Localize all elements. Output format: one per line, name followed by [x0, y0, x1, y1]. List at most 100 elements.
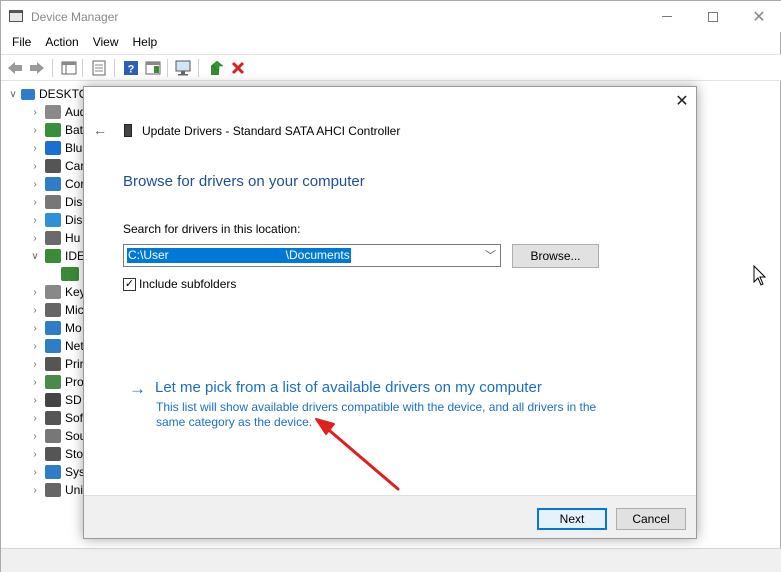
chevron-right-icon[interactable]: › [29, 287, 41, 298]
show-hide-console-tree-button[interactable] [60, 59, 78, 77]
chevron-right-icon[interactable]: › [29, 377, 41, 388]
chevron-right-icon[interactable]: › [29, 125, 41, 136]
chevron-right-icon[interactable]: › [29, 161, 41, 172]
chevron-right-icon[interactable]: › [29, 449, 41, 460]
action-pane-button[interactable] [144, 59, 162, 77]
properties-button[interactable] [90, 59, 108, 77]
tree-item[interactable] [1, 265, 91, 283]
menu-file[interactable]: File [5, 32, 38, 53]
dialog-close-button[interactable]: ✕ [672, 92, 692, 112]
tree-item[interactable]: › Prir [1, 355, 91, 373]
pick-from-list-title[interactable]: Let me pick from a list of available dri… [155, 379, 542, 399]
tree-item[interactable]: › Sof [1, 409, 91, 427]
chevron-right-icon[interactable]: › [29, 467, 41, 478]
update-driver-button[interactable] [207, 59, 225, 77]
minimize-button[interactable] [644, 1, 690, 32]
computer-icon [21, 88, 35, 100]
back-toolbar-button[interactable] [6, 59, 24, 77]
red-annotation-arrow [315, 418, 400, 491]
help-icon: ? [124, 61, 138, 76]
tree-item[interactable]: › Dis [1, 193, 91, 211]
help-button[interactable]: ? [122, 59, 140, 77]
chevron-right-icon[interactable]: › [29, 485, 41, 496]
tree-item[interactable]: › Sys [1, 463, 91, 481]
device-category-icon [45, 393, 61, 407]
chevron-right-icon[interactable]: › [29, 197, 41, 208]
chevron-right-icon[interactable]: › [29, 107, 41, 118]
tree-item[interactable]: › Pro [1, 373, 91, 391]
device-category-icon [45, 375, 61, 389]
toolbar-separator [52, 59, 53, 77]
toolbar-separator [167, 59, 168, 77]
tree-item[interactable]: ∨ IDE [1, 247, 91, 265]
tree-item[interactable]: › Uni [1, 481, 91, 499]
chevron-right-icon[interactable]: › [29, 341, 41, 352]
tree-item[interactable]: › Bat [1, 121, 91, 139]
tree-item[interactable]: › Cor [1, 175, 91, 193]
tree-item[interactable]: › Sou [1, 427, 91, 445]
chevron-right-icon[interactable]: › [29, 323, 41, 334]
close-window-button[interactable]: ✕ [736, 1, 781, 32]
tree-item[interactable]: › Car [1, 157, 91, 175]
minimize-icon [662, 16, 672, 17]
chevron-right-icon[interactable]: › [29, 179, 41, 190]
tree-item-label: Sto [65, 447, 84, 461]
chevron-right-icon[interactable]: › [29, 233, 41, 244]
chevron-right-icon[interactable]: › [29, 395, 41, 406]
device-category-icon [45, 429, 61, 443]
include-subfolders-option[interactable]: ✓ Include subfolders [123, 277, 236, 291]
chevron-down-icon[interactable]: ﹀ [485, 247, 496, 263]
tree-item[interactable]: › Hu [1, 229, 91, 247]
tree-item-label: Mo [65, 321, 82, 335]
tree-item[interactable]: › Key [1, 283, 91, 301]
device-category-icon [45, 411, 61, 425]
path-selected-text[interactable]: C:\User \Documents [127, 248, 351, 263]
toolbar-separator [198, 59, 199, 77]
tree-item[interactable]: › Mo [1, 319, 91, 337]
menu-action[interactable]: Action [38, 32, 85, 53]
tree-item[interactable]: › SD [1, 391, 91, 409]
tree-item[interactable]: › Dis [1, 211, 91, 229]
include-subfolders-checkbox[interactable]: ✓ [123, 277, 136, 291]
mouse-pointer-icon [753, 265, 767, 286]
update-drivers-dialog: ✕ ← Update Drivers - Standard SATA AHCI … [83, 86, 697, 539]
device-tree: ∨ DESKTO › Aud › Bat › Blu › Car › Cor › Dis › Dis › Hu ∨ I… [1, 83, 91, 548]
tree-item[interactable]: › Aud [1, 103, 91, 121]
tree-item[interactable]: › Sto [1, 445, 91, 463]
action-pane-icon [145, 61, 161, 75]
maximize-button[interactable] [690, 1, 736, 32]
monitor-scan-icon [175, 60, 191, 76]
device-category-icon [45, 357, 61, 371]
include-subfolders-label: Include subfolders [139, 277, 237, 291]
tree-item[interactable]: › Mic [1, 301, 91, 319]
chevron-right-icon[interactable]: › [29, 359, 41, 370]
next-button[interactable]: Next [537, 508, 607, 530]
scan-hardware-button[interactable] [175, 59, 193, 77]
browse-button[interactable]: Browse... [512, 244, 599, 268]
forward-toolbar-button[interactable] [28, 59, 46, 77]
tree-item[interactable]: › Blu [1, 139, 91, 157]
storage-controller-icon [124, 124, 132, 137]
pick-from-list-link[interactable]: → Let me pick from a list of available d… [129, 379, 542, 399]
tree-root-computer[interactable]: ∨ DESKTO [1, 85, 91, 103]
menu-help[interactable]: Help [126, 32, 165, 53]
back-arrow-icon: ← [93, 122, 107, 138]
driver-path-combobox[interactable]: C:\User \Documents ﹀ [123, 244, 501, 267]
back-arrow-icon [8, 62, 22, 74]
cancel-button[interactable]: Cancel [616, 508, 686, 530]
tree-item-label: Cor [65, 177, 85, 191]
chevron-right-icon[interactable]: › [29, 431, 41, 442]
chevron-right-icon[interactable]: › [29, 305, 41, 316]
redacted-username [168, 248, 286, 263]
path-end: \Documents [285, 248, 350, 262]
chevron-down-icon[interactable]: ∨ [29, 251, 41, 262]
chevron-right-icon[interactable]: › [29, 143, 41, 154]
tree-item[interactable]: › Net [1, 337, 91, 355]
chevron-right-icon[interactable]: › [29, 215, 41, 226]
menu-view[interactable]: View [86, 32, 126, 53]
chevron-down-icon[interactable]: ∨ [7, 89, 19, 100]
uninstall-device-button[interactable] [229, 59, 247, 77]
tree-item-label: Net [65, 339, 84, 353]
dialog-back-button[interactable]: ← [92, 122, 108, 138]
chevron-right-icon[interactable]: › [29, 413, 41, 424]
